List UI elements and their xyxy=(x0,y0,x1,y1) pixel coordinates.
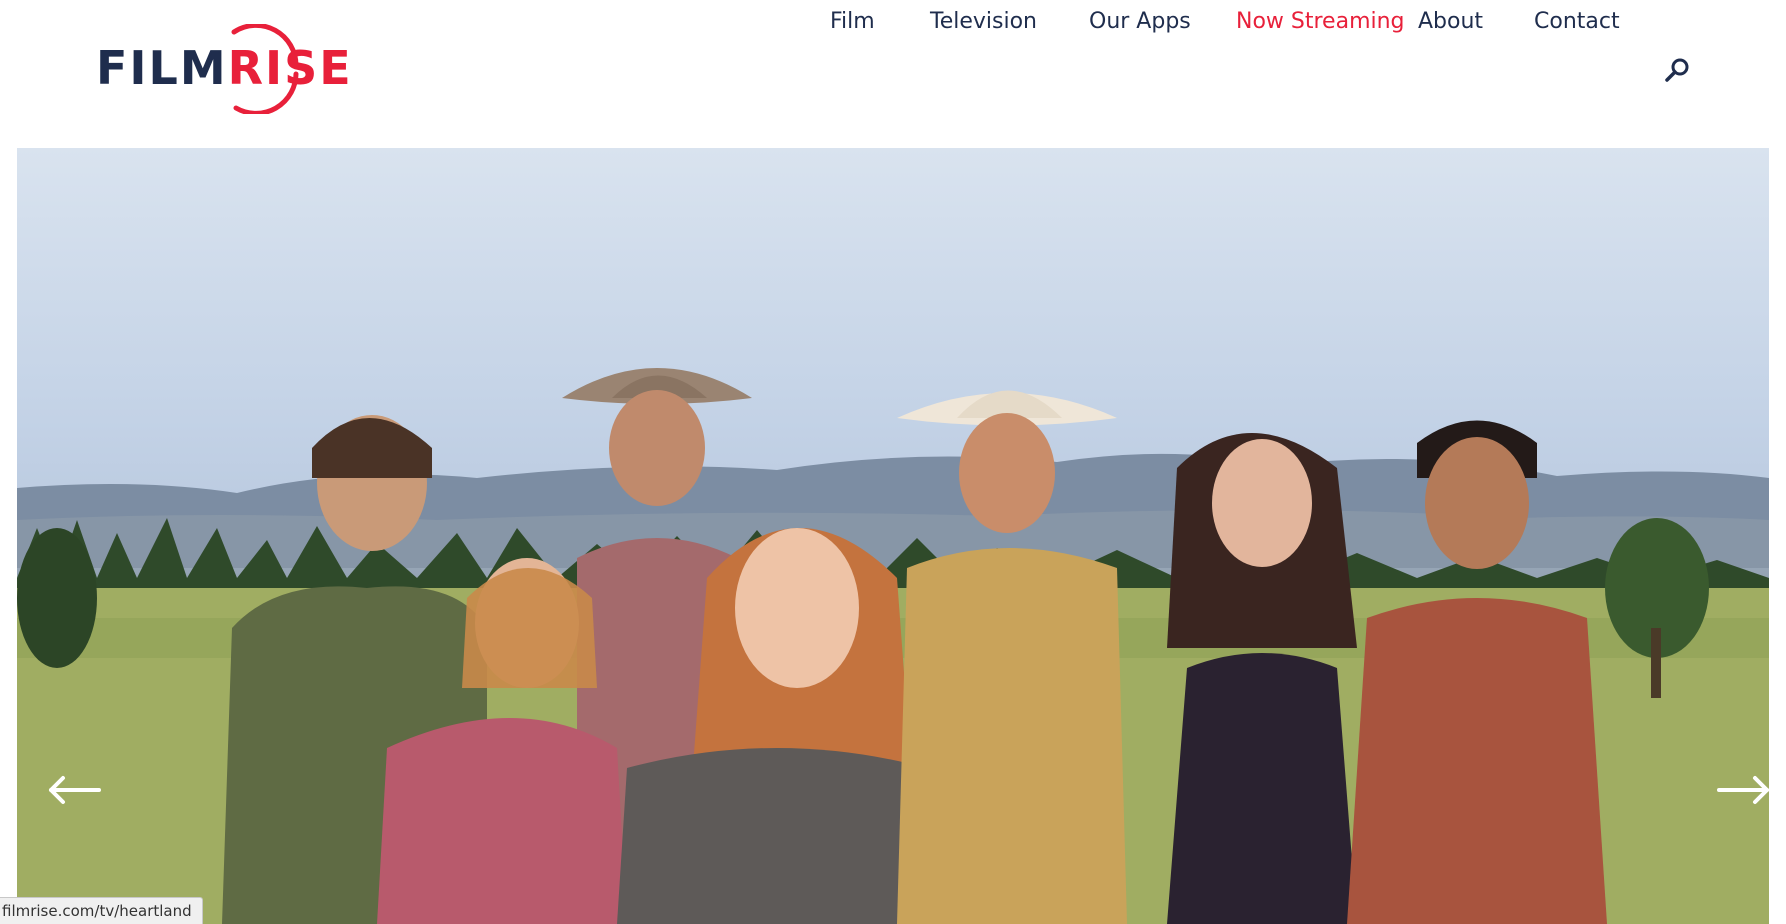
nav-our-apps[interactable]: Our Apps xyxy=(1089,0,1191,44)
hero-slider xyxy=(17,148,1769,924)
logo-wordmark: FILM RISE xyxy=(96,45,353,91)
page: FILM RISE Film Television Our Apps Now St… xyxy=(0,0,1786,924)
nav-about[interactable]: About xyxy=(1418,0,1483,44)
filmrise-logo[interactable]: FILM RISE xyxy=(96,24,353,114)
nav-television[interactable]: Television xyxy=(930,0,1037,44)
nav-contact[interactable]: Contact xyxy=(1534,0,1620,44)
search-icon[interactable] xyxy=(1664,56,1692,84)
logo-text-film: FILM xyxy=(96,41,228,95)
site-header: FILM RISE Film Television Our Apps Now St… xyxy=(0,0,1786,148)
nav-now-streaming[interactable]: Now Streaming xyxy=(1236,0,1405,44)
nav-film[interactable]: Film xyxy=(830,0,875,44)
hero-image xyxy=(17,368,1769,924)
arrow-right-icon[interactable] xyxy=(1713,760,1769,820)
status-bar-url: filmrise.com/tv/heartland xyxy=(0,897,203,924)
logo-text-rise: RISE xyxy=(227,41,353,95)
arrow-left-icon[interactable] xyxy=(45,760,105,820)
